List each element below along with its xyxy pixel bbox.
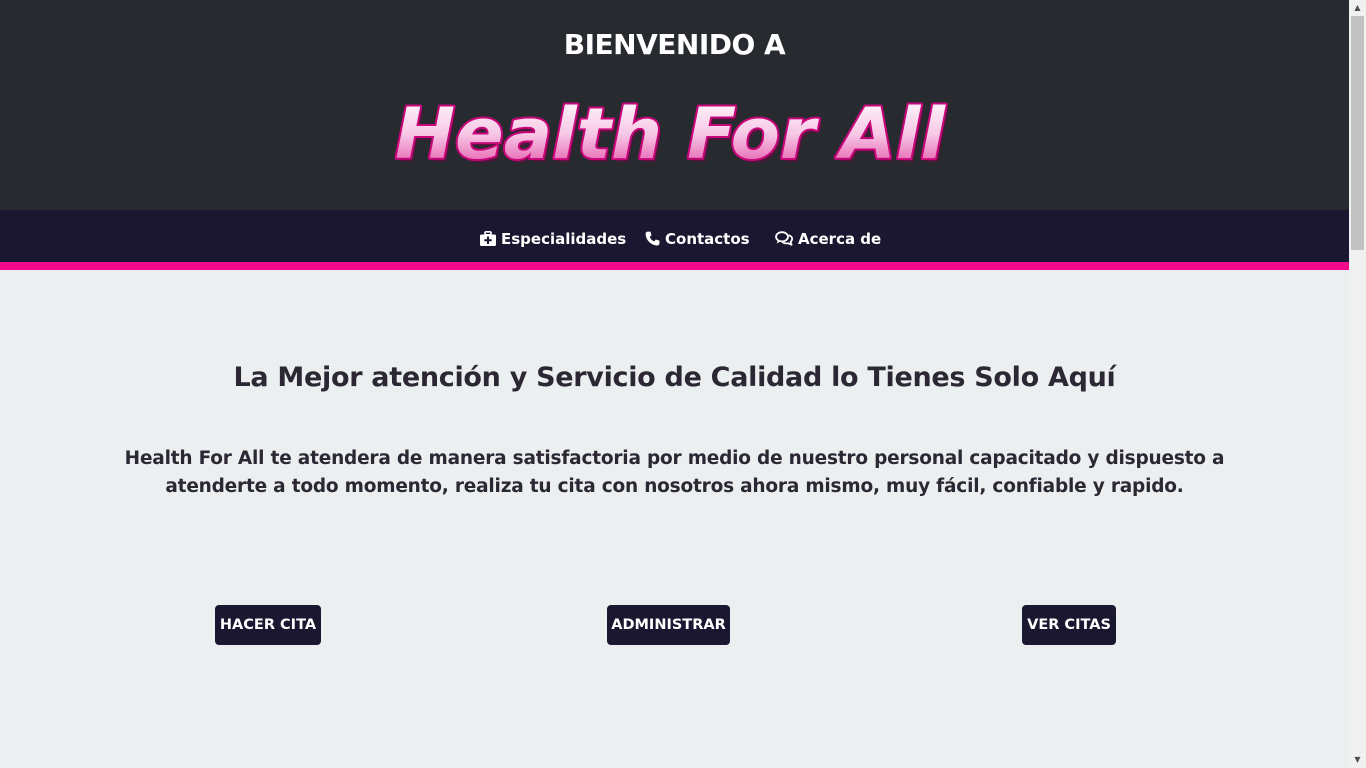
header: BIENVENIDO A Health For All Health For A… [0, 0, 1349, 210]
page-scrollbar[interactable]: ▲ ▼ [1349, 0, 1366, 768]
page-description: Health For All te atendera de manera sat… [124, 448, 1225, 497]
scroll-thumb[interactable] [1351, 16, 1364, 250]
page-headline: La Mejor atención y Servicio de Calidad … [233, 362, 1116, 393]
nav-label-especialidades: Especialidades [501, 230, 627, 248]
svg-text:Health For All: Health For All [395, 93, 946, 172]
comments-icon [775, 231, 794, 246]
medkit-icon [480, 231, 496, 246]
nav-label-contactos: Contactos [665, 230, 750, 248]
nav-acerca-de[interactable]: Acerca de [775, 210, 881, 262]
nav-especialidades[interactable]: Especialidades [480, 210, 626, 262]
scroll-down-arrow[interactable]: ▼ [1349, 752, 1366, 768]
main-nav: Especialidades Contactos Acerca de [0, 210, 1349, 270]
hacer-cita-button[interactable]: HACER CITA [215, 605, 321, 645]
nav-label-acerca-de: Acerca de [798, 230, 882, 248]
administrar-button[interactable]: ADMINISTRAR [607, 605, 730, 645]
welcome-title: BIENVENIDO A [563, 28, 786, 61]
ver-citas-button[interactable]: VER CITAS [1022, 605, 1116, 645]
health-for-all-logo: Health For All Health For All [393, 92, 949, 172]
scroll-up-arrow[interactable]: ▲ [1349, 0, 1366, 16]
page: BIENVENIDO A Health For All Health For A… [0, 0, 1349, 768]
phone-icon [645, 231, 660, 246]
nav-contactos[interactable]: Contactos [645, 210, 750, 262]
